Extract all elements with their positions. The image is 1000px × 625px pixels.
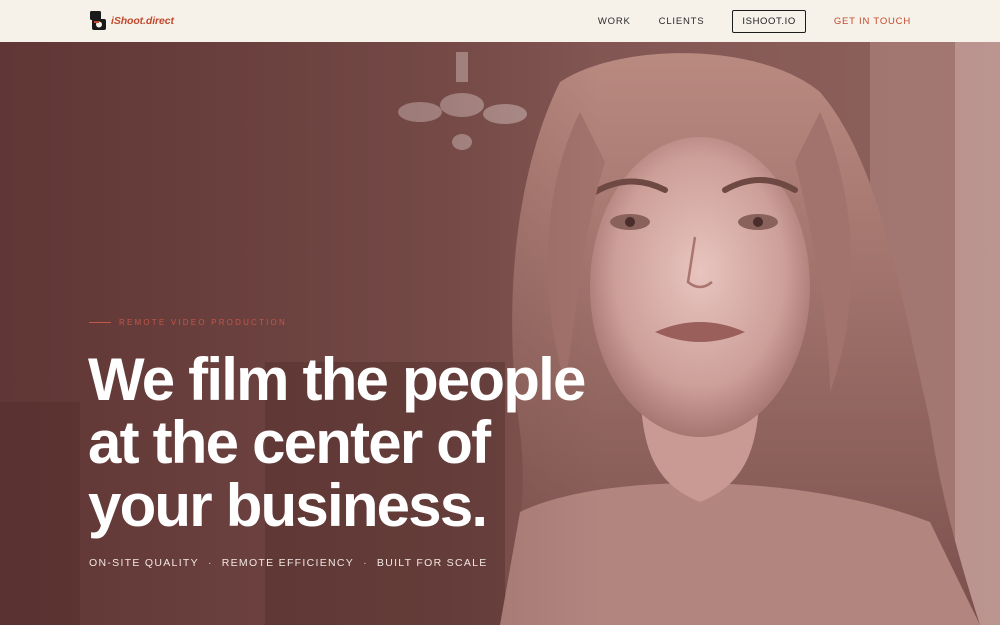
hero-headline: We film the people at the center of your… bbox=[88, 348, 648, 537]
headline-line-2: at the center of bbox=[88, 409, 491, 476]
tag-built-for-scale: BUILT FOR SCALE bbox=[376, 557, 488, 569]
nav-clients-link[interactable]: CLIENTS bbox=[659, 16, 705, 27]
tag-separator: · bbox=[363, 557, 368, 569]
camera-icon bbox=[90, 11, 106, 30]
eyebrow-label: REMOTE VIDEO PRODUCTION bbox=[119, 318, 287, 327]
brand-name: iShoot.direct bbox=[111, 15, 174, 27]
hero-tagline: ON-SITE QUALITY · REMOTE EFFICIENCY · BU… bbox=[89, 557, 488, 569]
get-in-touch-link[interactable]: GET IN TOUCH bbox=[834, 16, 911, 27]
main-nav: WORK CLIENTS ISHOOT.IO GET IN TOUCH bbox=[598, 9, 911, 33]
headline-line-1: We film the people bbox=[88, 346, 586, 413]
tag-separator: · bbox=[207, 557, 213, 569]
hero-eyebrow: REMOTE VIDEO PRODUCTION bbox=[89, 318, 287, 327]
hero-section: REMOTE VIDEO PRODUCTION We film the peop… bbox=[0, 42, 1000, 625]
nav-ishoot-button[interactable]: ISHOOT.IO bbox=[732, 9, 806, 33]
headline-line-3: your business. bbox=[88, 472, 488, 539]
nav-work-link[interactable]: WORK bbox=[598, 16, 631, 27]
brand-logo[interactable]: iShoot.direct bbox=[88, 10, 174, 32]
tag-on-site-quality: ON-SITE QUALITY bbox=[89, 557, 199, 569]
eyebrow-divider bbox=[89, 322, 111, 323]
tag-remote-efficiency: REMOTE EFFICIENCY bbox=[221, 557, 355, 569]
top-navbar: iShoot.direct WORK CLIENTS ISHOOT.IO GET… bbox=[0, 0, 1000, 42]
